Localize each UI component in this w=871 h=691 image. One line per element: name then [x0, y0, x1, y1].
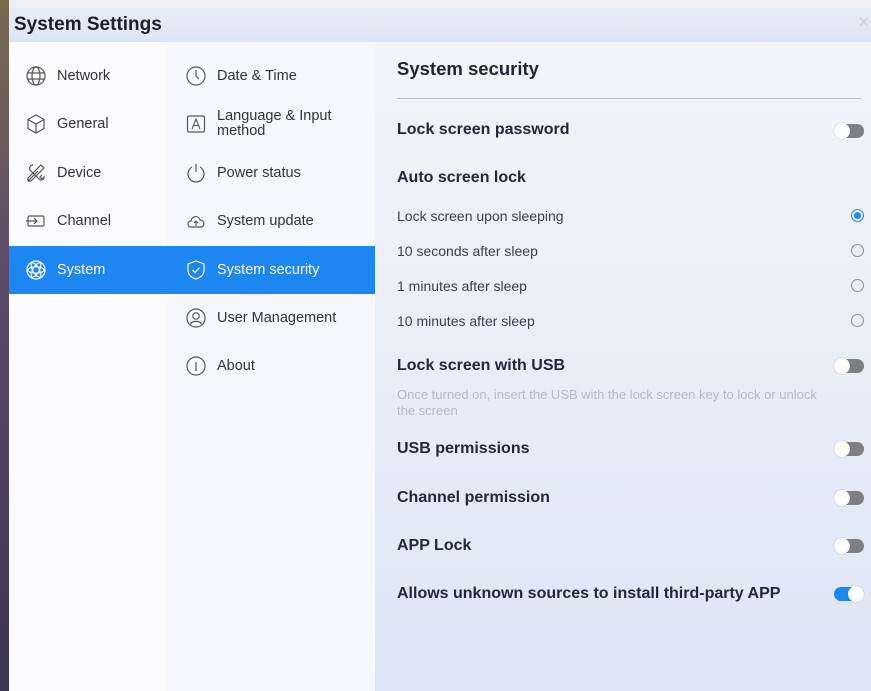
- toggle-knob: [848, 586, 864, 602]
- subcategory-label: Power status: [217, 165, 301, 181]
- category-system[interactable]: System: [9, 246, 167, 294]
- auto-lock-option-label: 1 minutes after sleep: [397, 278, 527, 294]
- globe-icon: [26, 66, 46, 86]
- window-title: System Settings: [14, 14, 162, 35]
- subcategory-label: Language & Input method: [217, 108, 332, 139]
- auto-lock-radio-sleeping[interactable]: [851, 209, 864, 222]
- lock-password-toggle[interactable]: [834, 123, 864, 139]
- auto-lock-radio-10m[interactable]: [851, 314, 864, 327]
- background-edge: [0, 0, 9, 691]
- usb-permissions-toggle[interactable]: [834, 441, 864, 457]
- shield-check-icon: [187, 260, 205, 280]
- auto-lock-radio-10s[interactable]: [851, 244, 864, 257]
- subcategory-language[interactable]: Language & Input method: [167, 100, 375, 148]
- category-network[interactable]: Network: [9, 52, 167, 100]
- subcategory-date-time[interactable]: Date & Time: [167, 52, 375, 100]
- category-label: System: [57, 262, 106, 278]
- settings-window: System Settings × Network General Device…: [9, 8, 871, 691]
- category-device[interactable]: Device: [9, 149, 167, 197]
- language-icon: [186, 115, 206, 133]
- app-lock-label: APP Lock: [397, 537, 472, 554]
- usb-permissions-label: USB permissions: [397, 440, 530, 457]
- atom-icon: [26, 260, 46, 280]
- tools-icon: [27, 164, 45, 182]
- category-label: Device: [57, 165, 102, 181]
- subcategory-power-status[interactable]: Power status: [167, 149, 375, 197]
- subcategory-label: System security: [217, 262, 320, 278]
- category-label: Network: [57, 68, 111, 84]
- lock-usb-toggle[interactable]: [834, 358, 864, 374]
- subcategory-label: About: [217, 358, 255, 374]
- unknown-sources-label: Allows unknown sources to install third-…: [397, 585, 781, 602]
- auto-lock-radio-1m[interactable]: [851, 279, 864, 292]
- subcategory-label: Date & Time: [217, 68, 297, 84]
- user-icon: [186, 308, 206, 328]
- subcategory-user-management[interactable]: User Management: [167, 294, 375, 342]
- divider: [397, 98, 861, 99]
- subcategory-system-security[interactable]: System security: [167, 246, 375, 294]
- subcategory-label: System update: [217, 213, 314, 229]
- close-icon[interactable]: ×: [858, 12, 869, 33]
- unknown-sources-toggle[interactable]: [834, 586, 864, 602]
- cube-icon: [27, 114, 45, 134]
- input-icon: [26, 215, 45, 227]
- auto-lock-option-label: Lock screen upon sleeping: [397, 208, 564, 224]
- category-label: General: [57, 116, 109, 132]
- toggle-knob: [834, 490, 850, 506]
- lock-password-label: Lock screen password: [397, 121, 570, 138]
- auto-lock-option-label: 10 minutes after sleep: [397, 313, 535, 329]
- lock-usb-hint: Once turned on, insert the USB with the …: [397, 387, 817, 418]
- channel-permission-label: Channel permission: [397, 489, 550, 506]
- channel-permission-toggle[interactable]: [834, 490, 864, 506]
- lock-usb-label: Lock screen with USB: [397, 357, 566, 374]
- toggle-knob: [834, 441, 850, 457]
- category-sidebar: Network General Device Channel System: [9, 42, 167, 691]
- auto-lock-label: Auto screen lock: [397, 169, 526, 186]
- subcategory-about[interactable]: About: [167, 342, 375, 390]
- auto-lock-option-label: 10 seconds after sleep: [397, 243, 538, 259]
- info-icon: [186, 356, 206, 376]
- power-icon: [187, 164, 205, 183]
- toggle-knob: [834, 123, 850, 139]
- panel-title: System security: [397, 58, 539, 79]
- subcategory-system-update[interactable]: System update: [167, 197, 375, 245]
- toggle-knob: [834, 358, 850, 374]
- subcategory-label: User Management: [217, 310, 337, 326]
- category-label: Channel: [57, 213, 112, 229]
- clock-icon: [186, 66, 206, 86]
- toggle-knob: [834, 538, 850, 554]
- app-lock-toggle[interactable]: [834, 538, 864, 554]
- category-general[interactable]: General: [9, 100, 167, 148]
- category-channel[interactable]: Channel: [9, 197, 167, 245]
- cloud-upload-icon: [187, 216, 205, 228]
- title-bar: System Settings ×: [9, 8, 871, 42]
- subcategory-sidebar: Date & Time Language & Input method Powe…: [167, 42, 375, 691]
- security-panel: System security Lock screen password Aut…: [375, 42, 871, 691]
